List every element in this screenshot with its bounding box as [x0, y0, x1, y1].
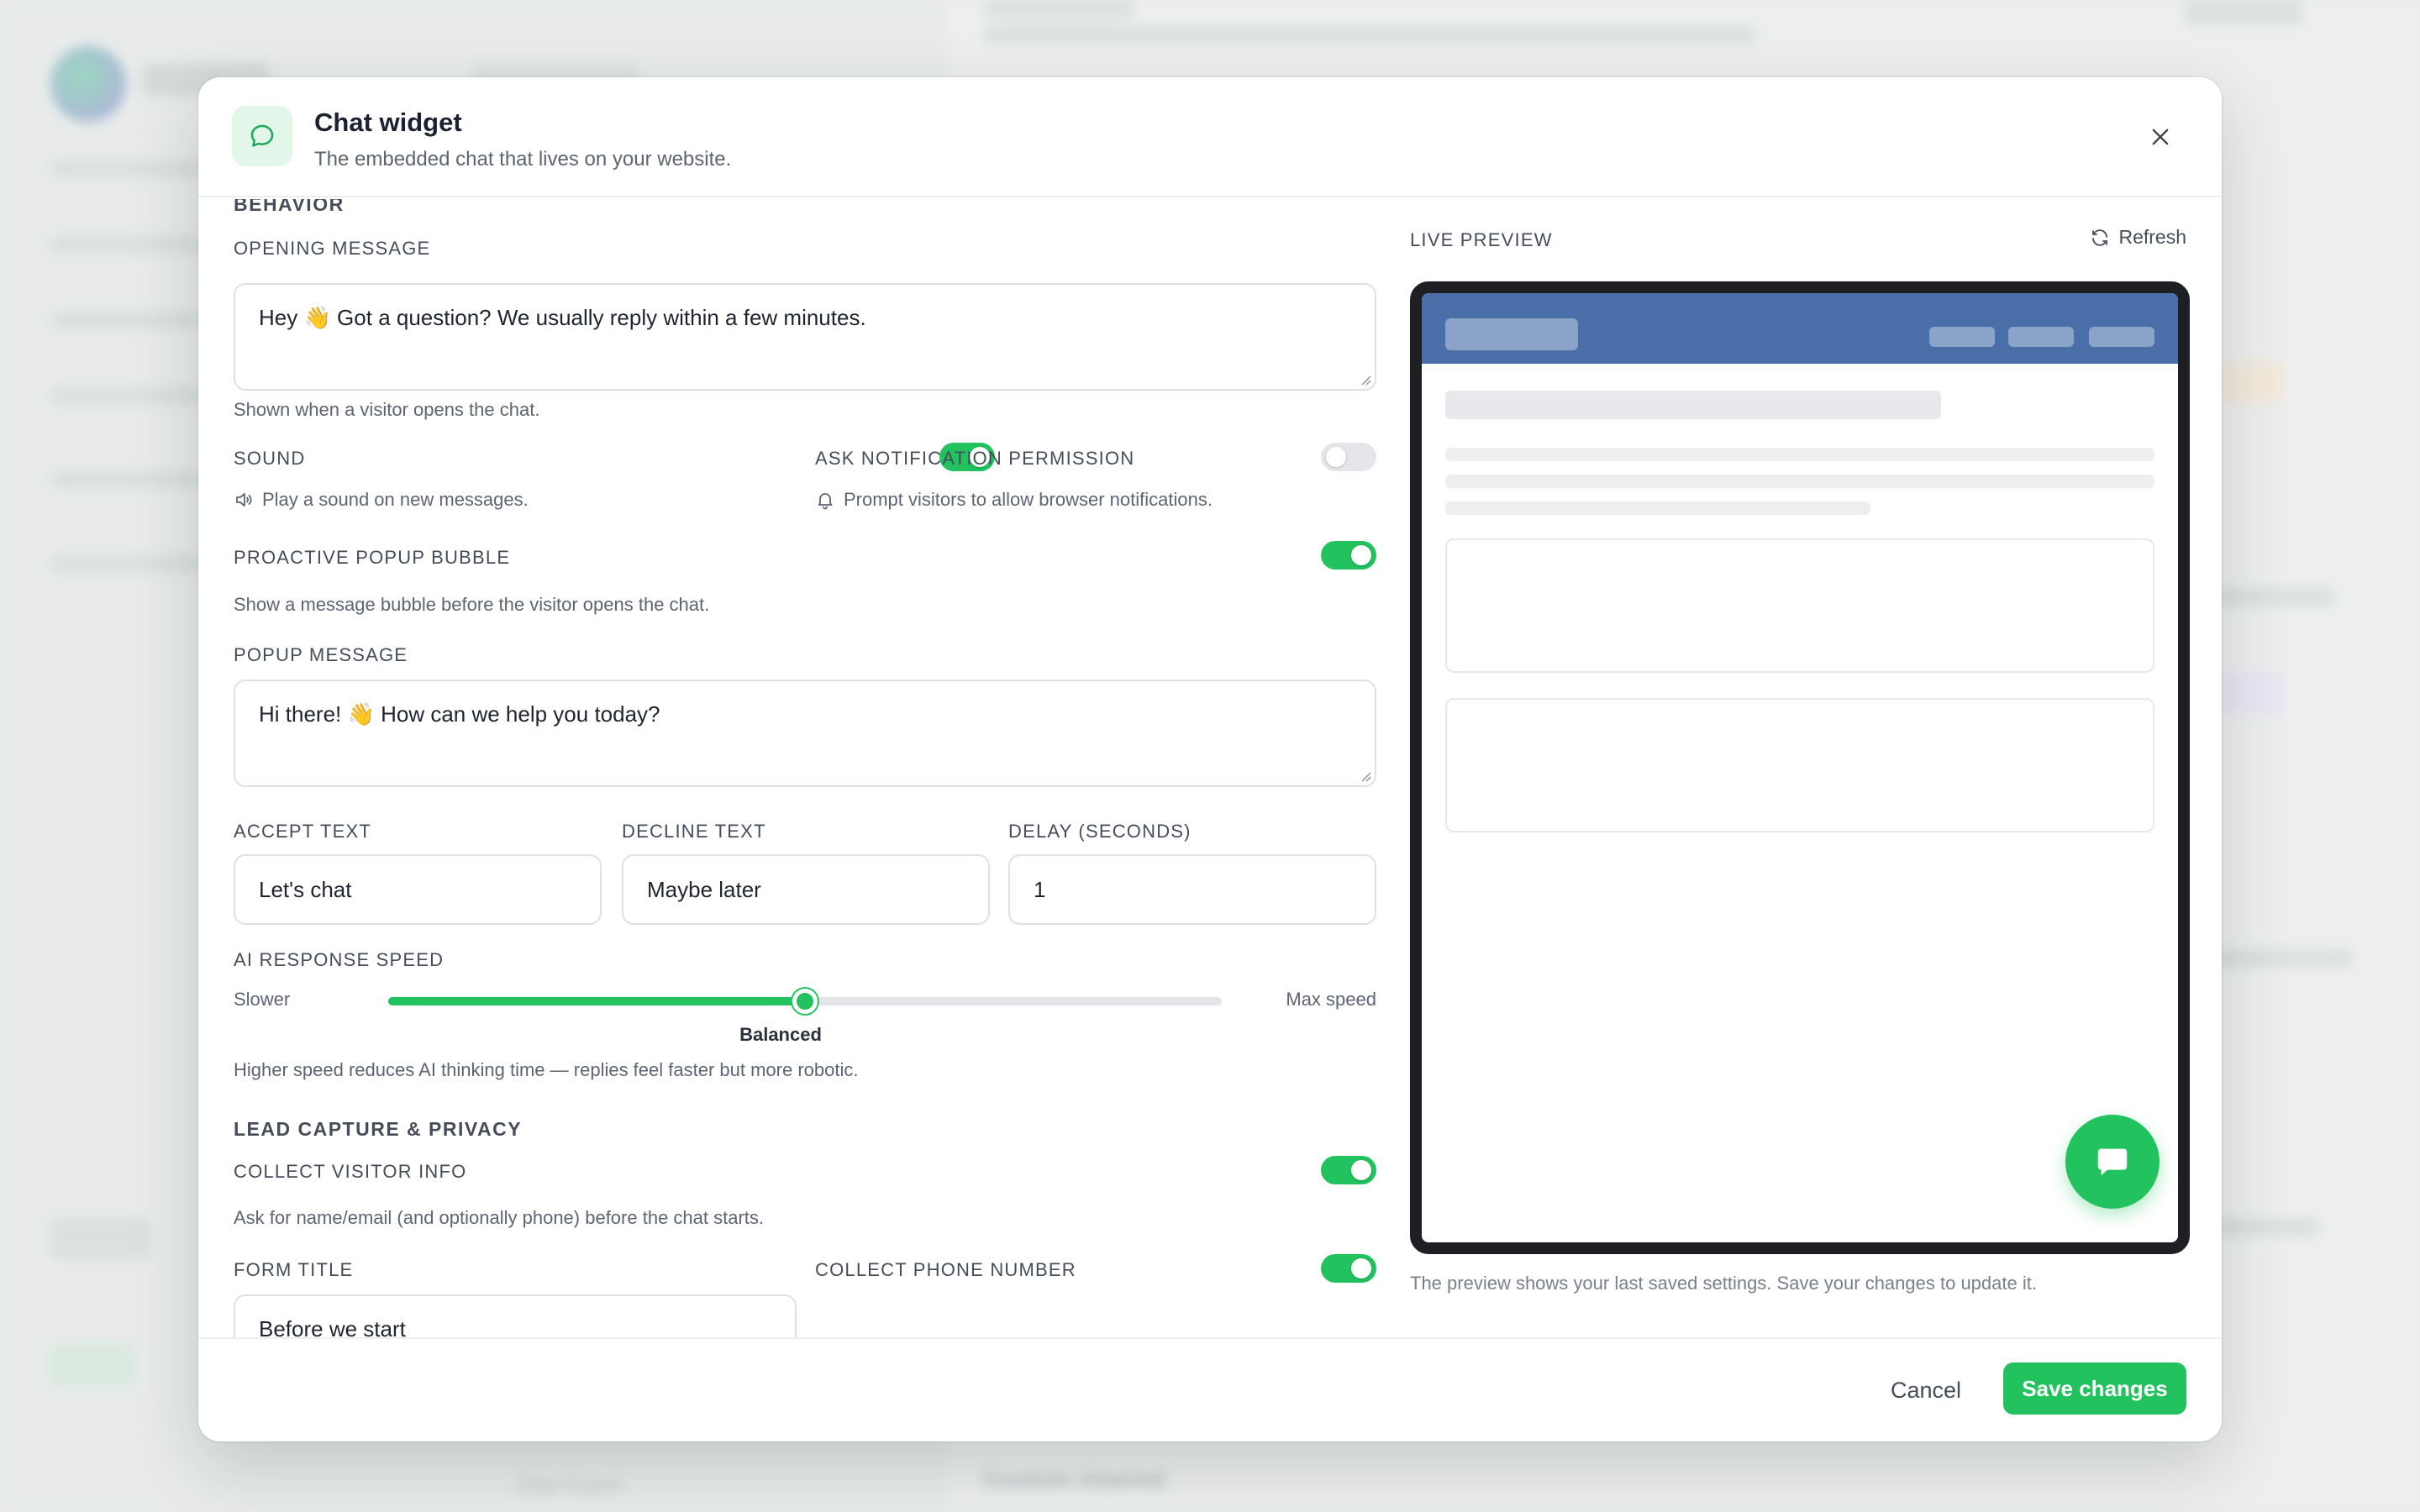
refresh-label: Refresh [2118, 226, 2186, 248]
close-icon [2152, 129, 2169, 145]
refresh-icon [2092, 228, 2108, 246]
section-behavior: BEHAVIOR [234, 199, 345, 215]
ai-speed-help: Higher speed reduces AI thinking time — … [234, 1059, 859, 1080]
popup-message-value: Hi there! 👋 How can we help you today? [259, 701, 660, 727]
delay-input[interactable]: 1 [1008, 854, 1376, 925]
popup-bubble-help: Show a message bubble before the visitor… [234, 594, 710, 615]
resize-handle-icon[interactable] [1360, 770, 1371, 782]
sound-help: Play a sound on new messages. [234, 489, 529, 511]
accept-text-input[interactable]: Let's chat [234, 854, 602, 925]
opening-message-label: OPENING MESSAGE [234, 238, 431, 259]
modal-subtitle: The embedded chat that lives on your web… [314, 148, 732, 171]
notification-label: ASK NOTIFICATION PERMISSION [815, 448, 1135, 469]
save-changes-button[interactable]: Save changes [2003, 1362, 2186, 1415]
slider-thumb[interactable] [792, 989, 818, 1014]
opening-message-value: Hey 👋 Got a question? We usually reply w… [259, 305, 866, 330]
accept-text-label: ACCEPT TEXT [234, 821, 371, 842]
collect-info-label: COLLECT VISITOR INFO [234, 1161, 467, 1182]
collect-info-help: Ask for name/email (and optionally phone… [234, 1207, 765, 1228]
settings-form: BEHAVIOR OPENING MESSAGE Hey 👋 Got a que… [234, 199, 1376, 1338]
collect-phone-label: COLLECT PHONE NUMBER [815, 1259, 1076, 1280]
chat-widget-modal: Chat widget The embedded chat that lives… [198, 77, 2222, 1441]
form-title-input[interactable]: Before we start [234, 1294, 797, 1338]
opening-message-textarea[interactable]: Hey 👋 Got a question? We usually reply w… [234, 283, 1376, 391]
live-preview-panel: LIVE PREVIEW Refresh The preview shows y… [1410, 199, 2190, 1338]
delay-label: DELAY (SECONDS) [1008, 821, 1192, 842]
sound-help-text: Play a sound on new messages. [262, 489, 529, 510]
speaker-icon [236, 493, 252, 507]
bell-icon [818, 493, 833, 510]
slider-max-label: Max speed [1286, 989, 1376, 1010]
preview-navbar [1422, 293, 2178, 364]
popup-message-textarea[interactable]: Hi there! 👋 How can we help you today? [234, 680, 1376, 787]
ai-speed-label: AI RESPONSE SPEED [234, 949, 445, 970]
decline-text-label: DECLINE TEXT [622, 821, 766, 842]
refresh-button[interactable]: Refresh [2090, 226, 2186, 249]
preview-card [1445, 698, 2154, 832]
modal-title: Chat widget [314, 108, 462, 137]
popup-bubble-toggle[interactable] [1321, 541, 1376, 570]
notification-help: Prompt visitors to allow browser notific… [815, 489, 1213, 511]
popup-bubble-label: PROACTIVE POPUP BUBBLE [234, 547, 511, 568]
modal-footer: Cancel Save changes [198, 1337, 2222, 1441]
collect-phone-toggle[interactable] [1321, 1254, 1376, 1283]
notification-help-text: Prompt visitors to allow browser notific… [844, 489, 1213, 510]
notification-toggle[interactable] [1321, 443, 1376, 471]
modal-header: Chat widget The embedded chat that lives… [198, 77, 2222, 197]
sound-label: SOUND [234, 448, 306, 469]
popup-message-label: POPUP MESSAGE [234, 644, 408, 665]
chat-launcher-button[interactable] [2065, 1115, 2160, 1209]
opening-message-help: Shown when a visitor opens the chat. [234, 399, 540, 420]
section-lead-capture: LEAD CAPTURE & PRIVACY [234, 1118, 523, 1140]
decline-text-input[interactable]: Maybe later [622, 854, 990, 925]
close-button[interactable] [2139, 116, 2181, 158]
preview-note: The preview shows your last saved settin… [1410, 1273, 2037, 1294]
slider-fill [388, 997, 805, 1005]
chat-icon [2097, 1148, 2128, 1176]
collect-info-toggle[interactable] [1321, 1156, 1376, 1184]
slider-current-label: Balanced [234, 1024, 1376, 1046]
resize-handle-icon[interactable] [1360, 374, 1371, 386]
form-title-label: FORM TITLE [234, 1259, 354, 1280]
preview-device-frame [1410, 281, 2190, 1254]
slider-min-label: Slower [234, 989, 291, 1010]
modal-body[interactable]: BEHAVIOR OPENING MESSAGE Hey 👋 Got a que… [198, 199, 2222, 1338]
live-preview-label: LIVE PREVIEW [1410, 229, 1553, 250]
cancel-button[interactable]: Cancel [1884, 1368, 1968, 1414]
preview-card [1445, 538, 2154, 673]
chat-bubble-icon [232, 106, 292, 166]
slider-current-text: Balanced [739, 1024, 822, 1045]
ai-speed-slider[interactable] [388, 989, 1222, 1014]
